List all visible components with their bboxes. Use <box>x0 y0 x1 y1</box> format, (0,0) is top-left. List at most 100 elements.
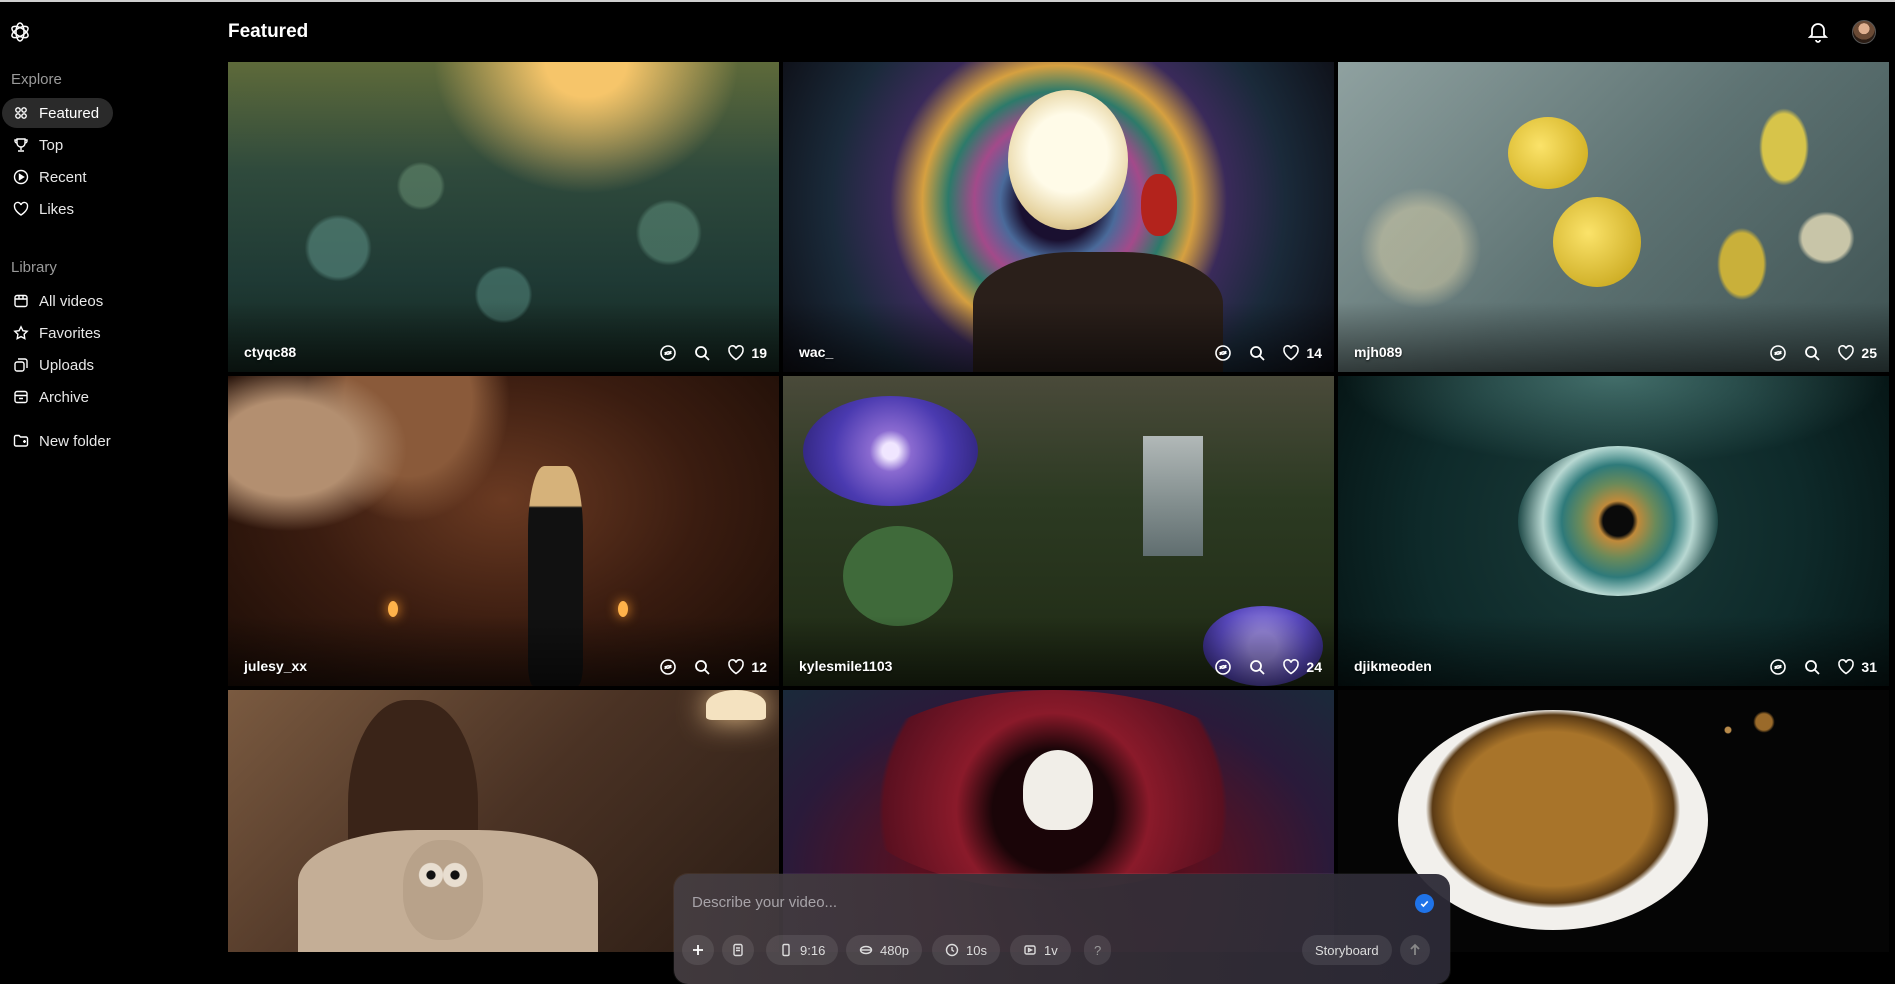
archive-icon <box>14 390 28 404</box>
duration-label: 10s <box>966 942 987 958</box>
duration-button[interactable]: 10s <box>932 935 1000 965</box>
like-button[interactable]: 25 <box>1837 344 1877 362</box>
owl-artwork <box>403 840 483 940</box>
bell-icon[interactable] <box>1806 20 1830 44</box>
cave-roots-artwork <box>228 376 528 616</box>
video-tile[interactable]: julesy_xx 12 <box>228 376 779 686</box>
explore-section-label: Explore <box>11 71 62 88</box>
openai-logo-icon[interactable] <box>8 20 32 44</box>
variations-button[interactable]: 1v <box>1010 935 1071 965</box>
like-button[interactable]: 24 <box>1282 658 1322 676</box>
lemon-artwork <box>1508 117 1588 189</box>
prompt-input[interactable] <box>690 893 1374 912</box>
search-icon[interactable] <box>693 344 711 362</box>
presets-button[interactable] <box>722 935 754 965</box>
remix-icon[interactable] <box>659 658 677 676</box>
aspect-ratio-button[interactable]: 9:16 <box>766 935 839 965</box>
water-splash-artwork <box>1338 376 1889 466</box>
sidebar-item-favorites[interactable]: Favorites <box>2 318 115 348</box>
video-tile[interactable]: wac_ 14 <box>783 62 1334 372</box>
remix-icon[interactable] <box>1769 658 1787 676</box>
like-button[interactable]: 19 <box>727 344 767 362</box>
search-icon[interactable] <box>1803 658 1821 676</box>
new-folder-label: New folder <box>39 432 111 450</box>
waterfall-artwork <box>1143 436 1203 556</box>
star-icon <box>13 325 29 340</box>
search-icon[interactable] <box>1803 344 1821 362</box>
sidebar-item-label: Top <box>39 136 64 154</box>
sidebar-item-top[interactable]: Top <box>2 130 77 160</box>
storyboard-button[interactable]: Storyboard <box>1302 935 1392 965</box>
variations-icon <box>1024 945 1036 955</box>
heart-icon <box>1283 345 1300 361</box>
sidebar-item-label: Uploads <box>39 356 95 374</box>
sidebar-item-label: All videos <box>39 292 104 310</box>
prompt-composer: 9:16 480p 10s 1v ? Storyboard <box>674 874 1450 984</box>
video-username: wac_ <box>799 344 834 360</box>
heart-icon <box>1283 659 1300 675</box>
new-folder-button[interactable]: New folder <box>2 426 125 456</box>
check-icon <box>1420 900 1429 908</box>
heart-icon <box>728 659 745 675</box>
sidebar-item-recent[interactable]: Recent <box>2 162 101 192</box>
like-count: 25 <box>1861 345 1877 361</box>
plus-icon <box>693 945 703 955</box>
sidebar-item-all-videos[interactable]: All videos <box>2 286 117 316</box>
variations-label: 1v <box>1044 942 1058 958</box>
tile-actions: 24 <box>1214 658 1322 676</box>
like-button[interactable]: 12 <box>727 658 767 676</box>
help-label: ? <box>1094 942 1102 958</box>
trophy-icon <box>14 138 28 152</box>
heart-icon <box>1838 345 1855 361</box>
tile-actions: 19 <box>659 344 767 362</box>
video-grid-icon <box>14 294 28 308</box>
sidebar-item-label: Likes <box>39 200 75 218</box>
heart-icon <box>728 345 745 361</box>
video-tile[interactable]: mjh089 25 <box>1338 62 1889 372</box>
tile-actions: 14 <box>1214 344 1322 362</box>
remix-icon[interactable] <box>659 344 677 362</box>
remix-icon[interactable] <box>1214 658 1232 676</box>
rabbit-artwork <box>1023 750 1093 830</box>
remix-icon[interactable] <box>1214 344 1232 362</box>
like-count: 24 <box>1306 659 1322 675</box>
help-button[interactable]: ? <box>1084 935 1112 965</box>
sidebar-item-likes[interactable]: Likes <box>2 194 88 224</box>
window-top-border <box>0 0 1895 2</box>
document-icon <box>733 943 743 957</box>
arrow-up-icon <box>1410 943 1420 955</box>
folder-plus-icon <box>13 434 29 447</box>
like-count: 19 <box>751 345 767 361</box>
video-username: kylesmile1103 <box>799 658 893 674</box>
video-tile[interactable]: djikmeoden 31 <box>1338 376 1889 686</box>
heart-icon <box>1838 659 1855 675</box>
video-username: djikmeoden <box>1354 658 1432 674</box>
eye-artwork <box>1518 446 1718 596</box>
featured-icon <box>15 107 27 119</box>
lamp-artwork <box>706 690 766 720</box>
sidebar-item-archive[interactable]: Archive <box>2 382 103 412</box>
search-icon[interactable] <box>1248 658 1266 676</box>
search-icon[interactable] <box>1248 344 1266 362</box>
video-tile[interactable]: kylesmile1103 24 <box>783 376 1334 686</box>
play-circle-icon <box>13 169 29 185</box>
pepper-artwork <box>1141 174 1177 236</box>
submit-check-button[interactable] <box>1415 894 1434 913</box>
like-button[interactable]: 14 <box>1282 344 1322 362</box>
video-username: mjh089 <box>1354 344 1403 360</box>
tile-actions: 12 <box>659 658 767 676</box>
sidebar-item-label: Featured <box>39 104 100 122</box>
search-icon[interactable] <box>693 658 711 676</box>
video-tile[interactable]: ctyqc88 19 <box>228 62 779 372</box>
resolution-button[interactable]: 480p <box>846 935 922 965</box>
avatar[interactable] <box>1852 20 1876 44</box>
add-button[interactable] <box>682 935 714 965</box>
remix-icon[interactable] <box>1769 344 1787 362</box>
sidebar-item-featured[interactable]: Featured <box>2 98 114 128</box>
like-button[interactable]: 31 <box>1837 658 1877 676</box>
send-button[interactable] <box>1400 935 1430 965</box>
sidebar-item-uploads[interactable]: Uploads <box>2 350 108 380</box>
coffee-splash-artwork <box>1638 690 1818 770</box>
candle-artwork <box>618 601 628 617</box>
tile-actions: 25 <box>1769 344 1877 362</box>
